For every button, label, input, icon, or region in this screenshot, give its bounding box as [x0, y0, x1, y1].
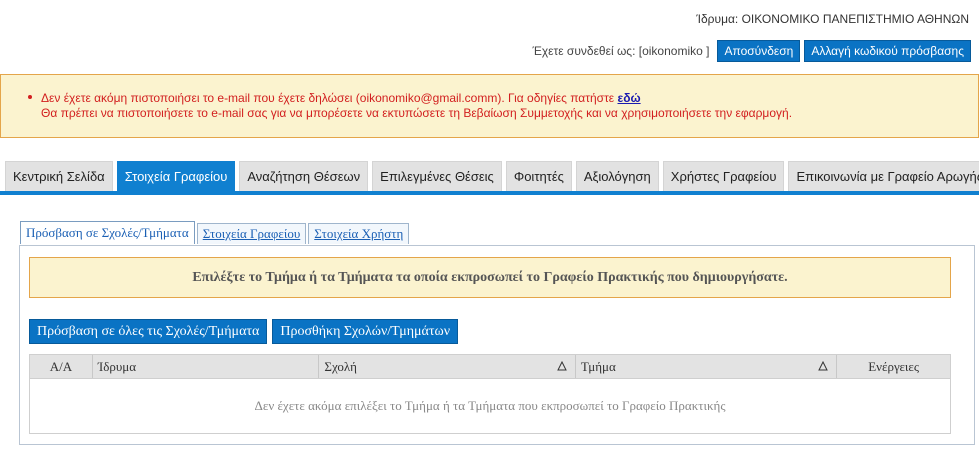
column-header-school-label: Σχολή	[324, 358, 357, 374]
logout-button[interactable]: Αποσύνδεση	[717, 40, 801, 62]
column-header-institution: Ίδρυμα	[93, 355, 320, 378]
info-message: Επιλέξτε το Τμήμα ή τα Τμήματα τα οποία …	[29, 257, 951, 298]
alert-line-1-text: Δεν έχετε ακόμη πιστοποιήσει το e-mail π…	[41, 91, 618, 105]
table-empty-message: Δεν έχετε ακόμα επιλέξει το Τμήμα ή τα Τ…	[254, 398, 726, 413]
column-header-department-label: Τμήμα	[580, 358, 616, 374]
add-departments-button[interactable]: Προσθήκη Σχολών/Τμημάτων	[272, 319, 459, 344]
institution-label: Ίδρυμα: ΟΙΚΟΝΟΜΙΚΟ ΠΑΝΕΠΙΣΤΗΜΙΟ ΑΘΗΝΩΝ	[696, 12, 969, 26]
column-header-actions: Ενέργειες	[868, 358, 920, 374]
column-header-index: Α/Α	[30, 355, 93, 378]
instructions-link[interactable]: εδώ	[618, 91, 641, 105]
tab-home[interactable]: Κεντρική Σελίδα	[5, 161, 113, 191]
column-header-department[interactable]: Τμήμα	[576, 355, 838, 378]
alert-line-2: Θα πρέπει να πιστοποιήσετε το e-mail σας…	[41, 106, 793, 120]
nav-underline	[0, 191, 979, 195]
tab-helpdesk-contact[interactable]: Επικοινωνία με Γραφείο Αρωγής	[788, 161, 979, 191]
sub-tabs: Πρόσβαση σε Σχολές/Τμήματα Στοιχεία Γραφ…	[20, 221, 410, 244]
tab-office-details[interactable]: Στοιχεία Γραφείου	[116, 161, 236, 191]
subtab-department-access[interactable]: Πρόσβαση σε Σχολές/Τμήματα	[20, 221, 195, 244]
tab-selected-positions[interactable]: Επιλεγμένες Θέσεις	[372, 161, 502, 191]
tab-position-search[interactable]: Αναζήτηση Θέσεων	[239, 161, 369, 191]
sort-icon[interactable]	[818, 361, 829, 371]
departments-table: Α/Α Ίδρυμα Σχολή Τμήμα Ενέργειες Δεν έχε…	[29, 354, 951, 434]
email-verification-alert: Δεν έχετε ακόμη πιστοποιήσει το e-mail π…	[0, 74, 979, 138]
panel-actions: Πρόσβαση σε όλες τις Σχολές/Τμήματα Προσ…	[29, 319, 459, 344]
main-nav: Κεντρική Σελίδα Στοιχεία Γραφείου Αναζήτ…	[5, 161, 979, 191]
subtab-office-details[interactable]: Στοιχεία Γραφείου	[196, 223, 307, 244]
tab-students[interactable]: Φοιτητές	[505, 161, 572, 191]
access-all-departments-button[interactable]: Πρόσβαση σε όλες τις Σχολές/Τμήματα	[29, 319, 268, 344]
tab-office-users[interactable]: Χρήστες Γραφείου	[662, 161, 785, 191]
column-header-school[interactable]: Σχολή	[319, 355, 576, 378]
table-header: Α/Α Ίδρυμα Σχολή Τμήμα Ενέργειες	[30, 355, 950, 379]
user-bar: Έχετε συνδεθεί ως: [oikonomiko ] Αποσύνδ…	[532, 40, 971, 62]
sort-icon[interactable]	[557, 361, 567, 371]
department-access-panel: Επιλέξτε το Τμήμα ή τα Τμήματα τα οποία …	[19, 245, 975, 445]
logged-in-as-label: Έχετε συνδεθεί ως: [oikonomiko ]	[532, 44, 710, 58]
tab-evaluation[interactable]: Αξιολόγηση	[575, 161, 659, 191]
subtab-user-details[interactable]: Στοιχεία Χρήστη	[308, 223, 410, 244]
bullet-icon	[28, 95, 32, 99]
change-password-button[interactable]: Αλλαγή κωδικού πρόσβασης	[804, 40, 971, 62]
alert-line-1: Δεν έχετε ακόμη πιστοποιήσει το e-mail π…	[41, 91, 641, 105]
